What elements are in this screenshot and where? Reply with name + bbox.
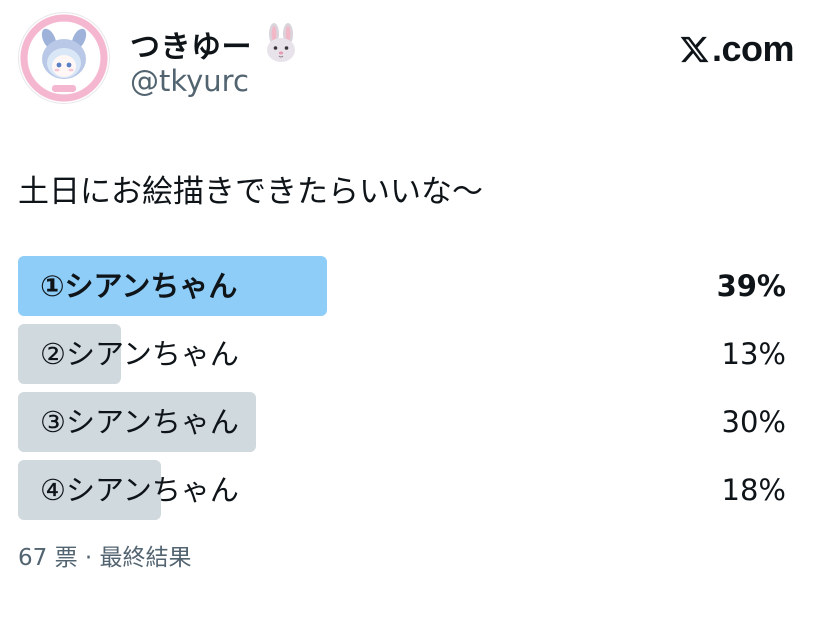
poll-footer: 67 票 · 最終結果 <box>18 545 192 571</box>
anime-character-avatar <box>20 14 108 102</box>
poll-option-percent: 30% <box>721 405 786 439</box>
poll-option-label: ④シアンちゃん <box>40 473 239 507</box>
author-handle[interactable]: @tkyurc <box>130 64 249 98</box>
poll-option-label: ③シアンちゃん <box>40 405 239 439</box>
brand-text: .com <box>711 28 795 69</box>
x-logo-icon <box>680 36 709 62</box>
author-name-row[interactable]: つきゆー <box>130 22 302 66</box>
poll-option: ②シアンちゃん 13% <box>18 324 786 384</box>
poll-option-percent: 18% <box>721 473 786 507</box>
poll-option: ④シアンちゃん 18% <box>18 460 786 520</box>
avatar[interactable] <box>18 12 110 104</box>
poll-option-label: ②シアンちゃん <box>40 337 239 371</box>
poll-option-percent: 13% <box>721 337 786 371</box>
poll-option: ③シアンちゃん 30% <box>18 392 786 452</box>
poll: ①シアンちゃん 39% ②シアンちゃん 13% ③シアンちゃん 30% ④シアン… <box>18 256 786 528</box>
brand-logo[interactable]: .com <box>679 26 795 72</box>
poll-option-percent: 39% <box>716 269 786 303</box>
display-name[interactable]: つきゆー <box>130 22 252 66</box>
poll-option-label: ①シアンちゃん <box>40 269 238 303</box>
rabbit-face-icon <box>267 23 295 62</box>
tweet-text: 土日にお絵描きできたらいいな〜 <box>18 174 483 210</box>
poll-option: ①シアンちゃん 39% <box>18 256 786 316</box>
